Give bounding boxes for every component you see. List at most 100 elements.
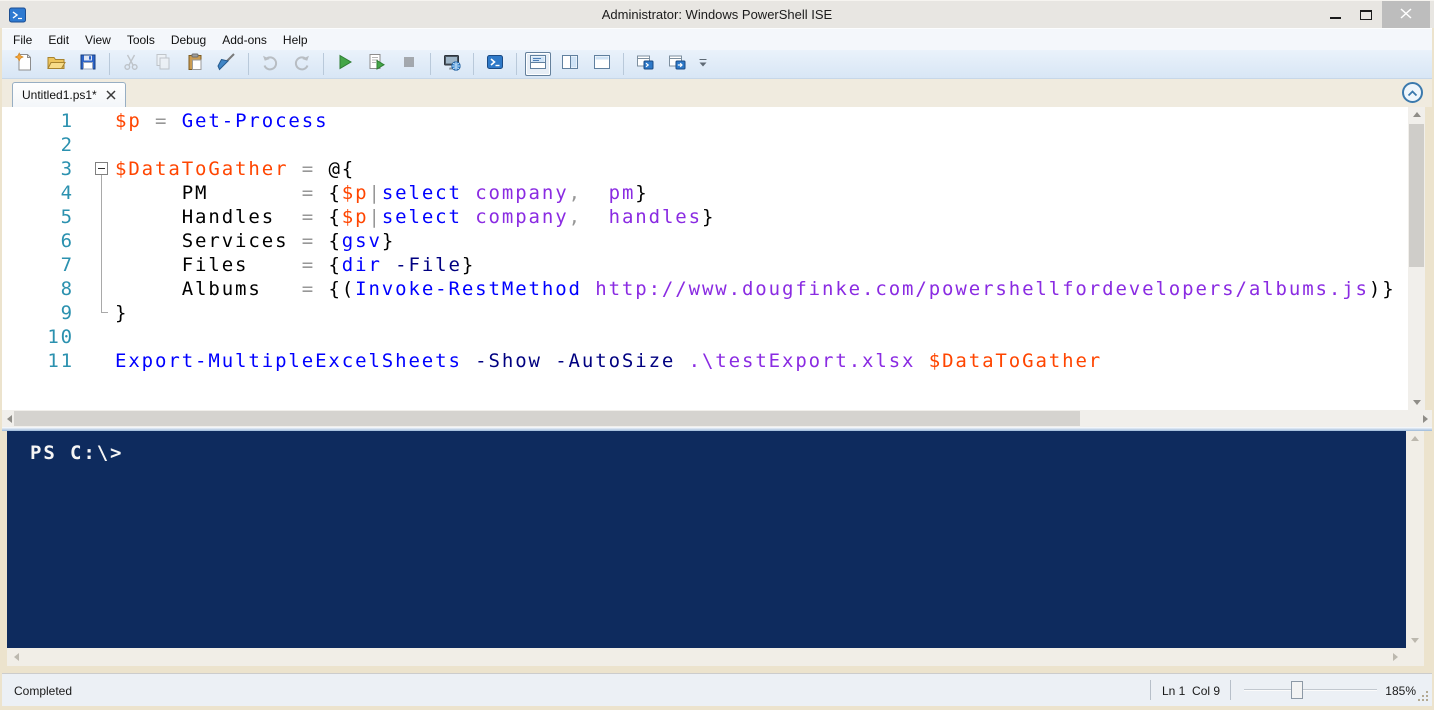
show-script-pane-right-button[interactable]: [557, 52, 583, 76]
open-script-button[interactable]: [43, 52, 69, 76]
redo-button[interactable]: [289, 52, 315, 76]
cursor-position: Ln 1 Col 9: [1162, 684, 1220, 698]
new-remote-powershell-tab-icon: [442, 52, 462, 77]
save-script-button[interactable]: [75, 52, 101, 76]
menu-item-help[interactable]: Help: [275, 29, 316, 50]
paste-icon: [185, 52, 205, 77]
zoom-level: 185%: [1380, 684, 1416, 698]
scroll-up-button[interactable]: [1406, 431, 1424, 446]
grip-dots-icon: [1426, 699, 1428, 701]
code-line: $p = Get-Process: [115, 109, 1405, 133]
minimize-button[interactable]: [1322, 1, 1350, 28]
new-remote-powershell-tab-button[interactable]: [439, 52, 465, 76]
cut-button[interactable]: [118, 52, 144, 76]
triangle-up-icon: [1413, 112, 1421, 117]
triangle-down-icon: [1413, 400, 1421, 405]
tab-label: Untitled1.ps1*: [22, 88, 97, 102]
code-line: Services = {gsv}: [115, 229, 1405, 253]
ise-window: Administrator: Windows PowerShell ISE Fi…: [0, 0, 1434, 710]
triangle-left-icon: [14, 653, 19, 661]
undo-button[interactable]: [257, 52, 283, 76]
console-vertical-scrollbar[interactable]: [1406, 431, 1424, 648]
scroll-right-button[interactable]: [1388, 648, 1402, 666]
triangle-right-icon: [1423, 415, 1428, 423]
minus-icon: [98, 168, 105, 169]
show-script-pane-right-icon: [560, 52, 580, 77]
line-number-gutter: 1234567891011: [2, 109, 74, 373]
resize-grip[interactable]: [1415, 688, 1429, 702]
status-text: Completed: [14, 684, 72, 698]
new-powershell-tab-button[interactable]: [632, 52, 658, 76]
console-pane[interactable]: PS C:\>: [7, 431, 1406, 648]
console-horizontal-scrollbar[interactable]: [7, 648, 1424, 666]
toolbar-options-icon: [697, 54, 709, 75]
stop-operation-button[interactable]: [396, 52, 422, 76]
scroll-up-button[interactable]: [1408, 107, 1425, 122]
start-powershell-exe-button[interactable]: [482, 52, 508, 76]
new-remote-session-tab-icon: [667, 52, 687, 77]
toolbar-separator: [430, 53, 431, 75]
toolbar-separator: [323, 53, 324, 75]
powershell-ise-icon: [9, 7, 26, 23]
new-remote-session-tab-button[interactable]: [664, 52, 690, 76]
open-script-icon: [46, 52, 66, 77]
minimize-icon: [1330, 17, 1341, 19]
clear-console-pane-icon: [217, 52, 237, 77]
close-button[interactable]: [1382, 1, 1430, 28]
maximize-button[interactable]: [1352, 1, 1380, 28]
code-line: Albums = {(Invoke-RestMethod http://www.…: [115, 277, 1405, 301]
toolbar-separator: [516, 53, 517, 75]
cut-icon: [121, 52, 141, 77]
code-line: PM = {$p|select company, pm}: [115, 181, 1405, 205]
toolbar-separator: [623, 53, 624, 75]
toolbar-options-button[interactable]: [696, 52, 710, 76]
line-number: 9: [2, 301, 74, 325]
scroll-thumb[interactable]: [14, 411, 1080, 426]
new-script-icon: [14, 52, 34, 77]
maximize-icon: [1360, 10, 1372, 20]
fold-collapse-toggle[interactable]: [95, 162, 108, 175]
code-line: [115, 133, 1405, 157]
zoom-slider-thumb[interactable]: [1291, 681, 1303, 699]
run-selection-button[interactable]: [364, 52, 390, 76]
show-script-pane-top-button[interactable]: [525, 52, 551, 76]
triangle-right-icon: [1393, 653, 1398, 661]
fold-guide-line: [101, 175, 102, 313]
menu-item-debug[interactable]: Debug: [163, 29, 214, 50]
script-tab[interactable]: Untitled1.ps1*: [12, 82, 126, 107]
status-divider: [1150, 680, 1151, 700]
copy-button[interactable]: [150, 52, 176, 76]
editor-vertical-scrollbar[interactable]: [1408, 107, 1425, 410]
menu-item-view[interactable]: View: [77, 29, 119, 50]
code-line: $DataToGather = @{: [115, 157, 1405, 181]
menu-item-tools[interactable]: Tools: [119, 29, 163, 50]
menu-item-file[interactable]: File: [5, 29, 40, 50]
paste-button[interactable]: [182, 52, 208, 76]
clear-console-pane-button[interactable]: [214, 52, 240, 76]
script-editor[interactable]: 1234567891011 $p = Get-Process$DataToGat…: [2, 107, 1425, 410]
editor-horizontal-scrollbar[interactable]: [2, 410, 1432, 427]
scroll-down-button[interactable]: [1408, 395, 1425, 410]
show-script-pane-maximized-button[interactable]: [589, 52, 615, 76]
menu-item-add-ons[interactable]: Add-ons: [214, 29, 275, 50]
status-divider: [1230, 680, 1231, 700]
line-number: 1: [2, 109, 74, 133]
triangle-left-icon: [7, 415, 12, 423]
scroll-left-button[interactable]: [9, 648, 23, 666]
scroll-right-button[interactable]: [1418, 410, 1432, 427]
redo-icon: [292, 52, 312, 77]
line-number: 11: [2, 349, 74, 373]
code-line: [115, 325, 1405, 349]
toolbar-separator: [473, 53, 474, 75]
code-area[interactable]: $p = Get-Process $DataToGather = @{ PM = …: [115, 109, 1405, 373]
scroll-down-button[interactable]: [1406, 633, 1424, 648]
tab-close-icon[interactable]: [106, 90, 116, 100]
stop-operation-icon: [399, 52, 419, 77]
menu-item-edit[interactable]: Edit: [40, 29, 77, 50]
scroll-thumb[interactable]: [1409, 124, 1424, 267]
zoom-slider-track[interactable]: [1244, 689, 1377, 691]
run-script-button[interactable]: [332, 52, 358, 76]
collapse-script-pane-button[interactable]: [1402, 82, 1423, 103]
fold-guide-tick: [101, 312, 108, 313]
new-script-button[interactable]: [11, 52, 37, 76]
